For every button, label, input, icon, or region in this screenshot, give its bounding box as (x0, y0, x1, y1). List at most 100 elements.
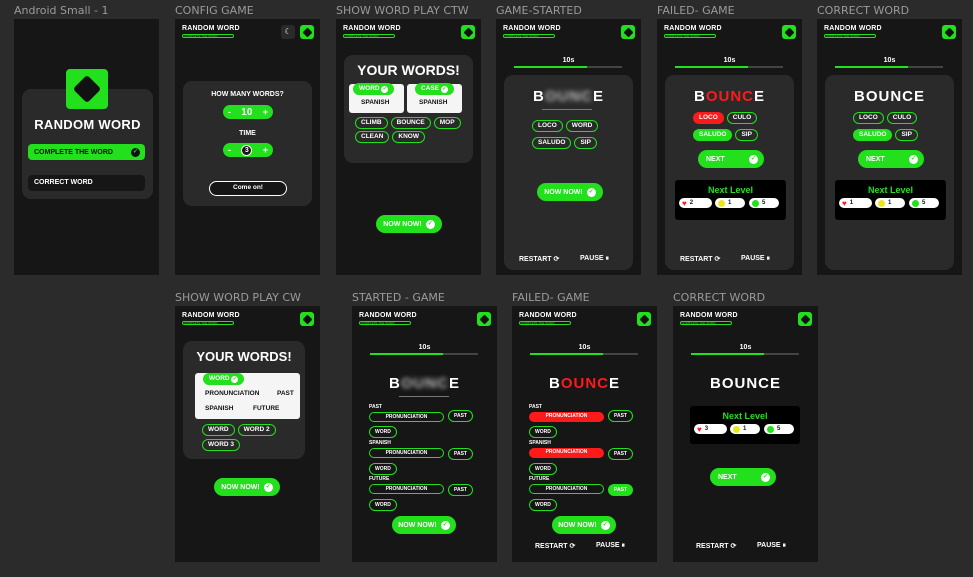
check-icon: ✓ (381, 86, 389, 93)
option-chip[interactable]: SIP (574, 137, 597, 149)
option-chip-correct[interactable]: SALUDO (693, 129, 733, 141)
word-chip[interactable]: WORD (529, 463, 557, 475)
dice-icon[interactable] (637, 312, 651, 326)
dice-icon[interactable] (300, 25, 314, 39)
word-chip-clean[interactable]: CLEAN (355, 131, 390, 143)
word-chip[interactable]: WORD (369, 499, 397, 511)
word-chip[interactable]: WORD (529, 499, 557, 511)
now-now-button[interactable]: NOW NOW! ✓ (392, 516, 456, 534)
come-on-button[interactable]: Come on! (209, 181, 287, 196)
timer-progress (691, 353, 764, 355)
pronunciation-slot-wrong[interactable]: PRONUNCIATION (529, 448, 604, 458)
option-chip[interactable]: CULO (886, 112, 918, 124)
word-chip-mop[interactable]: MOP (433, 117, 461, 129)
word-chip[interactable]: WORD ✓ (203, 373, 245, 385)
pause-button[interactable]: PAUSE ⏸ (757, 542, 786, 550)
frame-failed-game-2[interactable]: RANDOM WORD COMPLETE THE WORD 10s BOUNCE … (512, 306, 657, 562)
option-chip[interactable]: LOCO (853, 112, 884, 124)
option-chip[interactable]: SIP (895, 129, 918, 141)
past-chip[interactable]: PAST (608, 448, 633, 460)
next-button[interactable]: NEXT ✓ (710, 468, 776, 486)
restart-button[interactable]: RESTART ⟳ (519, 255, 559, 263)
word-chip[interactable]: WORD 2 (237, 424, 276, 436)
frame-correct-word-2[interactable]: RANDOM WORD COMPLETE THE WORD 10s BOUNCE … (673, 306, 818, 562)
now-now-button[interactable]: NOW NOW! ✓ (537, 183, 603, 201)
frame-failed-game[interactable]: RANDOM WORD COMPLETE THE WORD 10s BOUNCE … (657, 19, 802, 275)
timer-text: 10s (562, 57, 575, 64)
word-chip[interactable]: WORD 3 (202, 439, 240, 451)
option-chip[interactable]: WORD (565, 120, 599, 132)
pronunciation-slot[interactable]: PRONUNCIATION (369, 448, 444, 458)
word-chip[interactable]: WORD (202, 424, 235, 436)
word-chip[interactable]: WORD (529, 426, 557, 438)
selected-word-box[interactable]: WORD ✓ SPANISH (349, 83, 404, 113)
frame-show-cw[interactable]: RANDOM WORD COMPLETE THE WORD YOUR WORDS!… (175, 306, 320, 562)
frame-game-started[interactable]: RANDOM WORD COMPLETE THE WORD 10s BOUNCE … (496, 19, 641, 275)
button-label: NEXT (866, 155, 885, 163)
case-chip[interactable]: CASE ✓ (415, 83, 454, 95)
frame-config[interactable]: RANDOM WORD COMPLETE THE WORD ☾ HOW MANY … (175, 19, 320, 275)
option-chip[interactable]: LOCO (532, 120, 563, 132)
button-label: NOW NOW! (398, 521, 437, 529)
dice-icon[interactable] (461, 25, 475, 39)
pause-button[interactable]: PAUSE ⏸ (741, 255, 770, 263)
minus-button[interactable]: - (228, 107, 231, 117)
next-button[interactable]: NEXT ✓ (698, 150, 764, 168)
pause-button[interactable]: PAUSE ⏸ (596, 542, 625, 550)
pronunciation-slot[interactable]: PRONUNCIATION (529, 484, 604, 494)
selected-word-box[interactable]: WORD ✓ PRONUNCIATION PAST SPANISH FUTURE (195, 373, 300, 419)
dice-icon[interactable] (477, 312, 491, 326)
moon-icon[interactable]: ☾ (281, 25, 295, 39)
plus-button[interactable]: + (263, 145, 268, 155)
option-chip[interactable]: SALUDO (532, 137, 572, 149)
word-chip-bounce[interactable]: BOUNCE (390, 117, 431, 129)
complete-the-word-button[interactable]: COMPLETE THE WORD ✓ (28, 144, 145, 160)
now-now-button[interactable]: NOW NOW! ✓ (214, 478, 280, 496)
heart-icon: ♥ (842, 198, 847, 208)
minus-button[interactable]: - (228, 145, 231, 155)
smile-stat: 1 (875, 198, 905, 208)
restart-button[interactable]: RESTART ⟳ (680, 255, 720, 263)
dice-icon[interactable] (798, 312, 812, 326)
past-chip[interactable]: PAST (608, 410, 633, 422)
dice-icon[interactable] (942, 25, 956, 39)
frame-home[interactable]: RANDOM WORD COMPLETE THE WORD ✓ CORRECT W… (14, 19, 159, 275)
pronunciation-slot-wrong[interactable]: PRONUNCIATION (529, 412, 604, 422)
frame-started-game[interactable]: RANDOM WORD COMPLETE THE WORD 10s BOUNCE … (352, 306, 497, 562)
next-button[interactable]: NEXT ✓ (858, 150, 924, 168)
word-chip[interactable]: WORD (369, 426, 397, 438)
time-stepper[interactable]: -3 + (223, 143, 273, 157)
past-chip[interactable]: PAST (448, 410, 473, 422)
option-chip-correct[interactable]: SALUDO (853, 129, 893, 141)
word-chip-climb[interactable]: CLIMB (355, 117, 388, 129)
plus-button[interactable]: + (263, 107, 268, 117)
pronunciation-slot[interactable]: PRONUNCIATION (369, 412, 444, 422)
design-canvas: Android Small - 1 RANDOM WORD COMPLETE T… (0, 0, 973, 577)
restart-button[interactable]: RESTART ⟳ (696, 542, 736, 550)
now-now-button[interactable]: NOW NOW! ✓ (376, 215, 442, 233)
dice-icon[interactable] (621, 25, 635, 39)
option-chip[interactable]: SIP (735, 129, 758, 141)
pause-button[interactable]: PAUSE ⏸ (580, 255, 609, 263)
option-chip-wrong[interactable]: LOCO (693, 112, 724, 124)
past-chip[interactable]: PAST (448, 484, 473, 496)
frame-show-ctw[interactable]: RANDOM WORD COMPLETE THE WORD YOUR WORDS!… (336, 19, 481, 275)
dice-icon[interactable] (300, 312, 314, 326)
correct-word-button[interactable]: CORRECT WORD (28, 175, 145, 191)
word-missed-letters: OUNC (560, 375, 609, 392)
frame-correct-word[interactable]: RANDOM WORD COMPLETE THE WORD 10s BOUNCE … (817, 19, 962, 275)
selected-case-box[interactable]: CASE ✓ SPANISH (407, 83, 462, 113)
now-now-button[interactable]: NOW NOW! ✓ (552, 516, 616, 534)
dice-icon[interactable] (782, 25, 796, 39)
option-chip[interactable]: CULO (726, 112, 758, 124)
word-chip-know[interactable]: KNOW (392, 131, 425, 143)
word-count-stepper[interactable]: -10 + (223, 105, 273, 119)
pronunciation-slot[interactable]: PRONUNCIATION (369, 484, 444, 494)
past-chip-correct[interactable]: PAST (608, 484, 633, 496)
word-chip[interactable]: WORD (369, 463, 397, 475)
header-logo: RANDOM WORD COMPLETE THE WORD (182, 25, 240, 38)
restart-button[interactable]: RESTART ⟳ (535, 542, 575, 550)
past-chip[interactable]: PAST (448, 448, 473, 460)
word-chip[interactable]: WORD ✓ (353, 83, 395, 95)
next-level-title: Next Level (722, 411, 768, 421)
